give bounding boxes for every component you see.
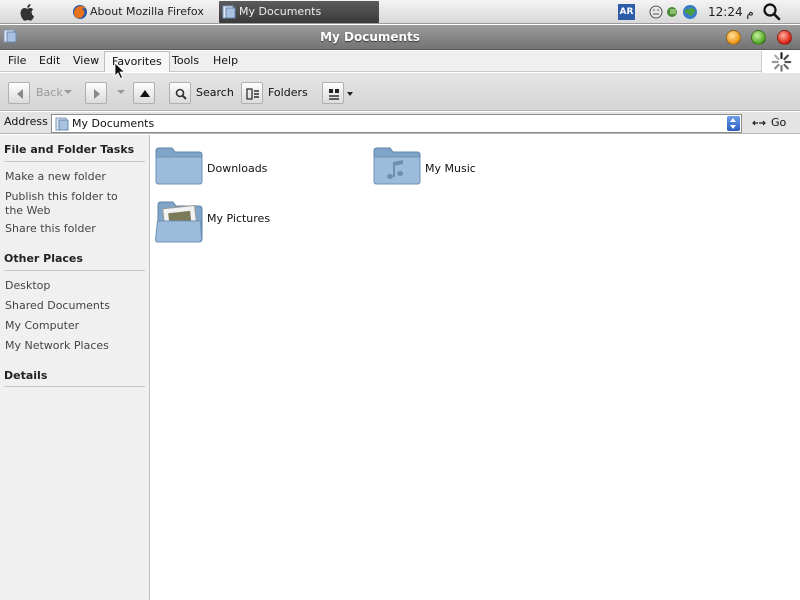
taskbar-item-label: My Documents	[239, 5, 322, 18]
search-label[interactable]: Search	[196, 82, 234, 104]
search-button[interactable]	[169, 82, 191, 104]
task-make-new-folder[interactable]: Make a new folder	[5, 170, 135, 184]
place-shared-documents[interactable]: Shared Documents	[5, 299, 135, 313]
forward-arrow-icon	[94, 89, 100, 99]
minimize-button[interactable]	[726, 30, 741, 45]
up-arrow-icon	[140, 90, 150, 97]
section-divider	[4, 270, 145, 271]
back-button[interactable]	[8, 82, 30, 104]
taskbar-item-my-documents[interactable]: My Documents	[219, 1, 379, 23]
address-bar: Address My Documents Go	[0, 112, 800, 134]
apple-menu-icon[interactable]	[18, 2, 38, 22]
place-desktop[interactable]: Desktop	[5, 279, 135, 293]
section-divider	[4, 161, 145, 162]
section-divider	[4, 386, 145, 387]
address-label: Address	[4, 115, 48, 128]
taskbar-item-label: About Mozilla Firefox	[90, 5, 204, 18]
menu-file[interactable]: File	[8, 51, 26, 72]
section-title-file-folder-tasks[interactable]: File and Folder Tasks	[4, 143, 134, 156]
system-taskbar: About Mozilla Firefox My Documents AR 12…	[0, 0, 800, 24]
folder-contents: Downloads My Music My Pictures	[151, 135, 800, 600]
folder-item-downloads[interactable]: Downloads	[155, 145, 315, 193]
go-arrows-icon[interactable]	[752, 118, 766, 128]
network-icon	[667, 7, 677, 17]
search-icon[interactable]	[762, 3, 782, 21]
close-button[interactable]	[777, 30, 792, 45]
address-dropdown-button[interactable]	[727, 116, 740, 131]
folder-icon	[155, 147, 203, 185]
folder-item-my-pictures[interactable]: My Pictures	[155, 197, 315, 245]
music-folder-icon	[373, 147, 421, 185]
views-button[interactable]	[322, 82, 344, 104]
folder-icon	[55, 117, 69, 131]
menu-tools[interactable]: Tools	[172, 51, 199, 72]
section-title-other-places[interactable]: Other Places	[4, 252, 83, 265]
window-title: My Documents	[320, 30, 420, 44]
globe-icon	[683, 5, 697, 19]
language-indicator[interactable]: AR	[618, 4, 635, 20]
address-value[interactable]: My Documents	[72, 115, 154, 132]
back-label[interactable]: Back	[36, 82, 63, 104]
clock[interactable]: 12:24 م	[708, 0, 754, 24]
mouse-cursor-icon	[114, 62, 126, 80]
forward-history-dropdown-icon[interactable]	[117, 90, 125, 94]
firefox-icon	[73, 5, 87, 19]
forward-button[interactable]	[85, 82, 107, 104]
address-field[interactable]: My Documents	[51, 114, 742, 133]
window-titlebar[interactable]: My Documents	[0, 25, 800, 50]
views-icon	[329, 89, 339, 100]
back-arrow-icon	[17, 89, 23, 99]
task-publish-folder-web[interactable]: Publish this folder to the Web	[5, 190, 135, 218]
place-my-computer[interactable]: My Computer	[5, 319, 135, 333]
folders-label[interactable]: Folders	[268, 82, 308, 104]
magnifier-icon	[175, 88, 187, 100]
menu-help[interactable]: Help	[213, 51, 238, 72]
folder-item-label: My Music	[425, 162, 476, 175]
place-my-network-places[interactable]: My Network Places	[5, 339, 135, 353]
pictures-folder-icon	[155, 201, 203, 243]
folder-icon	[222, 5, 236, 19]
smiley-icon	[649, 5, 663, 19]
folders-button[interactable]	[241, 82, 263, 104]
folders-pane-icon	[246, 88, 259, 100]
views-dropdown-icon[interactable]	[347, 92, 353, 96]
task-pane: File and Folder Tasks Make a new folder …	[0, 135, 150, 600]
maximize-button[interactable]	[751, 30, 766, 45]
system-tray-icons	[649, 5, 697, 19]
folder-item-label: My Pictures	[207, 212, 271, 225]
menu-view[interactable]: View	[73, 51, 99, 72]
up-folder-button[interactable]	[133, 82, 155, 104]
menu-edit[interactable]: Edit	[39, 51, 60, 72]
go-button[interactable]: Go	[771, 112, 786, 134]
back-history-dropdown-icon[interactable]	[64, 90, 72, 94]
folder-item-label: Downloads	[207, 162, 268, 175]
folder-item-my-music[interactable]: My Music	[373, 145, 533, 193]
task-share-folder[interactable]: Share this folder	[5, 222, 135, 236]
taskbar-item-firefox[interactable]: About Mozilla Firefox	[70, 1, 218, 23]
activity-throbber-icon	[761, 51, 800, 73]
section-title-details[interactable]: Details	[4, 369, 47, 382]
